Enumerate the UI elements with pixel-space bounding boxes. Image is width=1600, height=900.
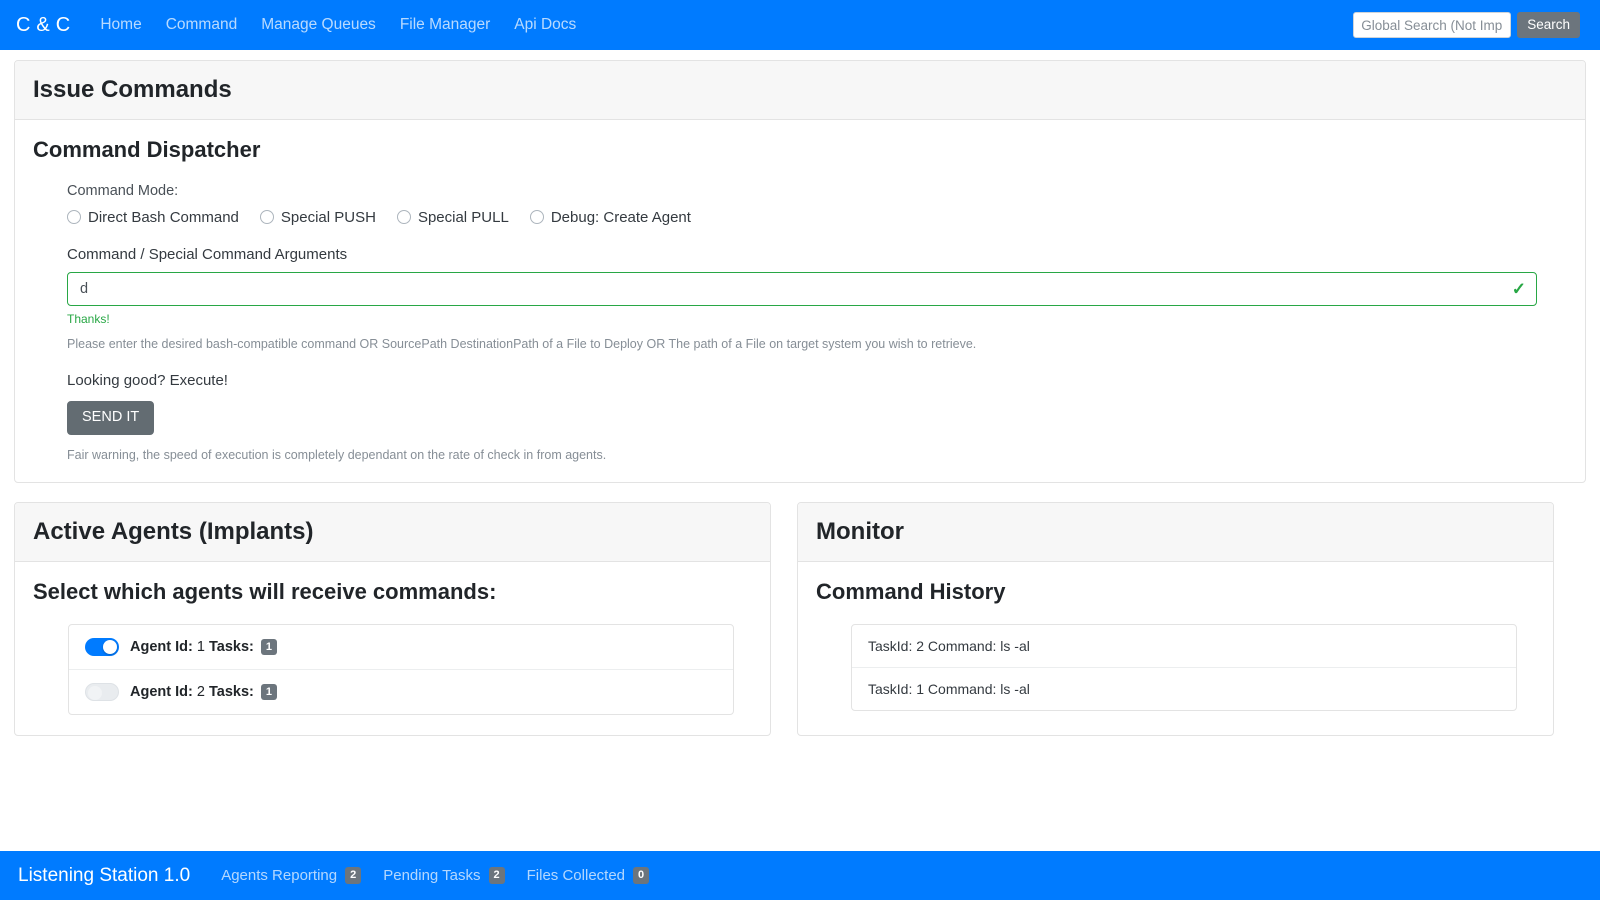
execute-prompt: Looking good? Execute! — [67, 371, 228, 389]
nav-link-api-docs[interactable]: Api Docs — [502, 16, 588, 34]
nav-link-file-manager[interactable]: File Manager — [388, 16, 502, 34]
active-agents-header: Active Agents (Implants) — [15, 502, 770, 562]
radio-label: Special PULL — [417, 208, 509, 226]
active-agents-body: Select which agents will receive command… — [15, 562, 770, 736]
monitor-card: Monitor Command History TaskId: 2 Comman… — [797, 501, 1554, 737]
issue-commands-title: Issue Commands — [33, 76, 232, 103]
radio-circle-icon — [259, 210, 274, 225]
agent-tasks-badge: 1 — [260, 639, 277, 656]
footer-stat-pending-tasks[interactable]: Pending Tasks 2 — [372, 867, 515, 884]
radio-special-push[interactable]: Special PUSH — [259, 208, 376, 226]
command-history-subtitle: Command History — [816, 578, 1006, 604]
execution-warning-text: Fair warning, the speed of execution is … — [67, 447, 607, 462]
global-search-input[interactable] — [1353, 12, 1512, 38]
history-entry-text: TaskId: 2 Command: ls -al — [868, 638, 1030, 655]
global-search-button[interactable]: Search — [1517, 12, 1580, 38]
list-item[interactable]: TaskId: 2 Command: ls -al — [852, 625, 1516, 669]
radio-circle-icon — [529, 210, 544, 225]
agent-id-label: Agent Id: — [130, 639, 193, 656]
validation-message: Thanks! — [67, 311, 110, 326]
active-agents-subtitle: Select which agents will receive command… — [33, 578, 497, 604]
footer-stat-badge: 2 — [488, 867, 505, 884]
send-it-button[interactable]: SEND IT — [67, 400, 155, 435]
radio-circle-icon — [396, 210, 411, 225]
radio-debug-create-agent[interactable]: Debug: Create Agent — [529, 208, 691, 226]
footer-stat-label: Agents Reporting — [221, 867, 338, 884]
command-dispatcher-title: Command Dispatcher — [33, 137, 261, 162]
radio-direct-bash-command[interactable]: Direct Bash Command — [67, 209, 239, 226]
footer-brand: Listening Station 1.0 — [18, 864, 191, 886]
active-agents-card: Active Agents (Implants) Select which ag… — [14, 501, 771, 737]
list-item[interactable]: TaskId: 1 Command: ls -al — [852, 668, 1516, 710]
footer-stat-agents-reporting[interactable]: Agents Reporting 2 — [210, 867, 372, 884]
command-input-wrapper: ✓ — [67, 271, 1537, 306]
agent-id-value: 1 — [196, 639, 205, 656]
footer-bar: Listening Station 1.0 Agents Reporting 2… — [0, 851, 1600, 900]
toggle-knob-icon — [88, 686, 102, 701]
agent-label: Agent Id: 2 Tasks: 1 — [130, 684, 277, 701]
radio-label: Special PUSH — [280, 208, 376, 226]
nav-link-home[interactable]: Home — [88, 16, 153, 34]
footer-stat-badge: 2 — [345, 867, 362, 884]
command-dispatcher-form: Command Mode: Direct Bash Command Specia… — [33, 183, 1567, 462]
radio-label: Direct Bash Command — [88, 208, 239, 226]
issue-commands-body: Command Dispatcher Command Mode: Direct … — [15, 120, 1585, 482]
monitor-body: Command History TaskId: 2 Command: ls -a… — [798, 562, 1553, 732]
command-help-text: Please enter the desired bash-compatible… — [67, 336, 977, 351]
agent-tasks-label: Tasks: — [208, 639, 254, 656]
footer-stat-badge: 0 — [633, 867, 650, 884]
radio-circle-icon — [67, 210, 81, 225]
top-navbar: C & C Home Command Manage Queues File Ma… — [0, 0, 1600, 50]
issue-commands-card: Issue Commands Command Dispatcher Comman… — [14, 60, 1586, 483]
agent-toggle-2[interactable] — [85, 683, 119, 702]
active-agents-title: Active Agents (Implants) — [33, 517, 314, 545]
monitor-header: Monitor — [798, 502, 1553, 562]
agent-tasks-label: Tasks: — [208, 684, 254, 701]
agent-id-label: Agent Id: — [130, 684, 193, 701]
agent-id-value: 2 — [196, 684, 205, 701]
global-search-group: Search — [1353, 12, 1584, 38]
agent-tasks-badge: 1 — [260, 684, 277, 701]
agent-toggle-1[interactable] — [85, 638, 119, 657]
command-mode-label: Command Mode: — [67, 182, 179, 199]
footer-stat-files-collected[interactable]: Files Collected 0 — [516, 867, 661, 884]
page-content: Issue Commands Command Dispatcher Comman… — [0, 50, 1600, 737]
monitor-title: Monitor — [816, 517, 904, 545]
nav-links: Home Command Manage Queues File Manager … — [88, 16, 588, 34]
nav-link-manage-queues[interactable]: Manage Queues — [249, 16, 388, 34]
issue-commands-header: Issue Commands — [15, 61, 1585, 120]
footer-stat-label: Pending Tasks — [383, 867, 481, 884]
nav-link-command[interactable]: Command — [154, 16, 250, 34]
command-history-list: TaskId: 2 Command: ls -al TaskId: 1 Comm… — [851, 624, 1517, 712]
list-item[interactable]: Agent Id: 2 Tasks: 1 — [69, 670, 733, 714]
radio-special-pull[interactable]: Special PULL — [396, 208, 509, 226]
history-entry-text: TaskId: 1 Command: ls -al — [868, 681, 1030, 698]
command-arguments-label: Command / Special Command Arguments — [67, 245, 348, 263]
valid-check-icon: ✓ — [1511, 279, 1526, 299]
brand-logo[interactable]: C & C — [16, 15, 70, 35]
toggle-knob-icon — [103, 640, 117, 655]
command-input[interactable] — [67, 271, 1537, 306]
footer-stat-label: Files Collected — [526, 867, 626, 884]
radio-label: Debug: Create Agent — [550, 208, 691, 226]
command-mode-radio-group: Direct Bash Command Special PUSH Special… — [67, 209, 1551, 226]
agent-label: Agent Id: 1 Tasks: 1 — [130, 639, 277, 656]
panels-row: Active Agents (Implants) Select which ag… — [14, 501, 1586, 737]
agent-list: Agent Id: 1 Tasks: 1 Agent Id: 2 Tasks: … — [68, 624, 734, 716]
list-item[interactable]: Agent Id: 1 Tasks: 1 — [69, 625, 733, 671]
